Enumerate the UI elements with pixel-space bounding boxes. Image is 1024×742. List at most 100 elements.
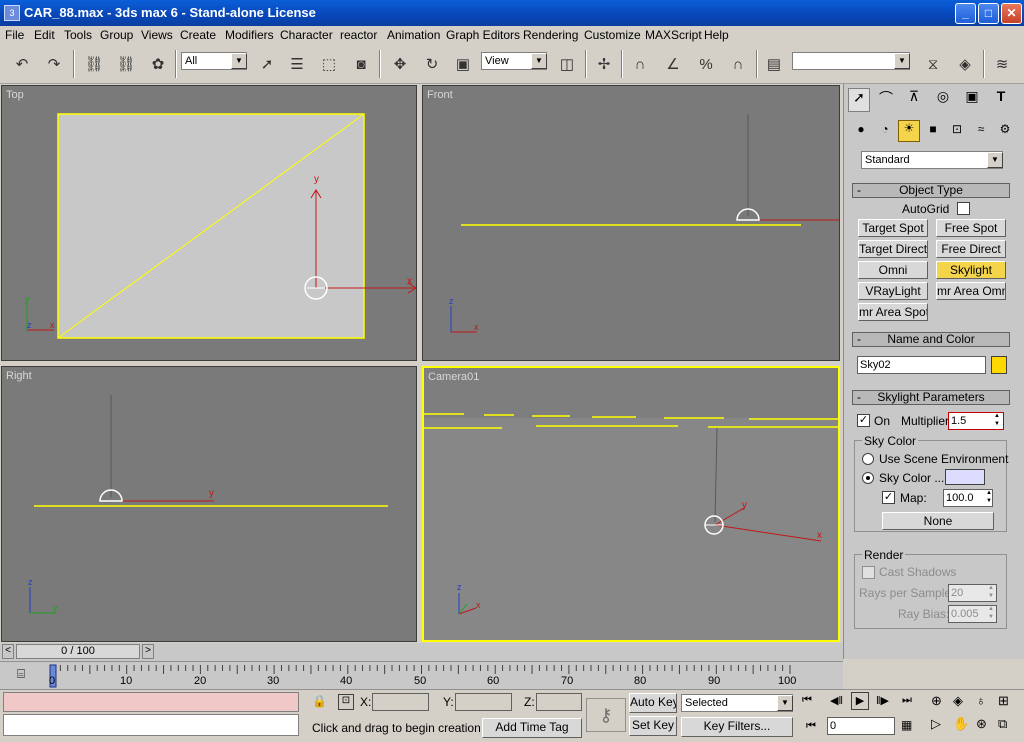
hierarchy-tab-icon[interactable]: ⊼ [903,88,925,112]
autogrid-checkbox[interactable] [957,202,970,215]
geometry-icon[interactable]: ● [852,122,870,140]
select-by-name-icon[interactable]: ☰ [285,52,309,76]
align-icon[interactable]: ◈ [953,52,977,76]
app-icon[interactable]: 3 [4,5,20,21]
viewport-label[interactable]: Front [427,89,453,101]
menu-reactor[interactable]: reactor [340,28,377,42]
use-scene-environment-radio[interactable] [862,453,874,465]
status-line[interactable] [3,714,299,736]
shapes-icon[interactable]: ◔ [876,122,894,140]
selection-filter-dropdown[interactable]: All ▼ [181,52,247,70]
sky-color-swatch[interactable] [945,469,985,485]
x-coord-field[interactable] [372,693,429,711]
ray-bias-spinner[interactable]: ▲ ▼ [986,605,996,623]
select-move-icon[interactable]: ✥ [388,52,412,76]
mr-area-omni-button[interactable]: mr Area Omni [936,282,1006,300]
go-to-end-icon[interactable]: ⏭ [902,694,912,707]
key-icon[interactable]: ⚷ [586,698,626,732]
menu-edit[interactable]: Edit [34,28,55,42]
cast-shadows-checkbox[interactable] [862,566,875,579]
z-coord-field[interactable] [536,693,582,711]
go-to-start-icon[interactable]: ⏮ [802,694,812,707]
space-warps-icon[interactable]: ≈ [972,122,990,140]
spinner-snap-icon[interactable]: ∩ [726,52,750,76]
time-slider-thumb[interactable]: 0 / 100 [16,644,140,659]
skylight-button[interactable]: Skylight [936,261,1006,279]
current-frame-field[interactable]: 0 [827,717,895,735]
auto-key-button[interactable]: Auto Key [629,693,677,713]
object-name-field[interactable]: Sky02 [857,356,986,374]
vraylight-button[interactable]: VRayLight [858,282,928,300]
skylight-parameters-rollout[interactable]: - Skylight Parameters [852,390,1010,405]
map-none-button[interactable]: None [882,512,994,530]
viewport-label[interactable]: Right [6,370,32,382]
lights-icon[interactable]: ☀ [898,120,920,142]
viewport-top[interactable]: Top y x y z x [1,85,417,361]
target-direct-button[interactable]: Target Direct [858,240,928,258]
maximize-button[interactable]: □ [978,3,999,24]
orbit-icon[interactable]: ♁ [976,693,986,708]
select-rotate-icon[interactable]: ↻ [420,52,444,76]
percent-snap-icon[interactable]: % [694,52,718,76]
free-direct-button[interactable]: Free Direct [936,240,1006,258]
window-crossing-icon[interactable]: ◙ [349,52,373,76]
redo-icon[interactable]: ↷ [42,52,66,76]
named-selection-dropdown[interactable]: ▼ [792,52,910,70]
rectangular-selection-icon[interactable]: ⬚ [317,52,341,76]
viewport-right[interactable]: Right y z y [1,366,417,642]
next-frame-icon[interactable]: ‖▶ [876,694,889,707]
menu-customize[interactable]: Customize [584,28,641,42]
cameras-icon[interactable]: ■ [924,122,942,140]
unlink-icon[interactable]: ⛓ [114,52,138,76]
play-icon[interactable]: ▶ [851,692,869,710]
free-spot-button[interactable]: Free Spot [936,219,1006,237]
time-slider-prev-button[interactable]: < [2,644,14,659]
systems-icon[interactable]: ⚙ [996,122,1014,140]
menu-views[interactable]: Views [141,28,173,42]
track-bar[interactable]: ⌸ 0 10 20 30 40 50 60 70 80 90 100 [0,661,843,689]
menu-graph-editors[interactable]: Graph Editors [446,28,520,42]
snap-3d-icon[interactable]: ∩ [628,52,652,76]
time-slider-next-button[interactable]: > [142,644,154,659]
y-coord-field[interactable] [455,693,512,711]
reference-coord-dropdown[interactable]: View ▼ [481,52,547,70]
modify-tab-icon[interactable]: ⌒ [875,88,897,112]
manipulate-icon[interactable]: ✢ [592,52,616,76]
add-time-tag-button[interactable]: Add Time Tag [482,718,582,738]
viewport-label[interactable]: Camera01 [428,371,479,383]
utilities-tab-icon[interactable]: T [990,88,1012,112]
display-tab-icon[interactable]: ▣ [961,88,983,112]
mirror-icon[interactable]: ⧖ [921,52,945,76]
name-and-color-rollout[interactable]: - Name and Color [852,332,1010,347]
time-configuration-icon[interactable]: ▦ [901,718,912,732]
viewport-front[interactable]: Front z x [422,85,840,361]
map-amount-spinner[interactable]: ▲ ▼ [984,489,994,507]
select-and-link-icon[interactable]: ⛓ [82,52,106,76]
omni-button[interactable]: Omni [858,261,928,279]
select-object-icon[interactable]: ➚ [255,52,279,76]
maximize-viewport-icon[interactable]: ⧉ [998,716,1007,732]
lock-selection-icon[interactable]: 🔒 [312,694,327,708]
on-checkbox[interactable]: ✓ [857,414,870,427]
menu-maxscript[interactable]: MAXScript [645,28,702,42]
field-of-view-icon[interactable]: ▷ [931,716,941,732]
category-dropdown[interactable]: Standard ▼ [861,151,1003,169]
undo-icon[interactable]: ↶ [10,52,34,76]
viewport-label[interactable]: Top [6,89,24,101]
key-mode-toggle-icon[interactable]: ⏮ [806,720,816,733]
helpers-icon[interactable]: ⊡ [948,122,966,140]
menu-modifiers[interactable]: Modifiers [225,28,274,42]
menu-create[interactable]: Create [180,28,216,42]
arc-rotate-icon[interactable]: ⊛ [976,716,987,732]
viewport-camera[interactable]: Camera01 y x z x [422,366,840,642]
key-mode-dropdown[interactable]: Selected ▼ [681,694,793,712]
select-scale-icon[interactable]: ▣ [451,52,475,76]
menu-group[interactable]: Group [100,28,133,42]
menu-character[interactable]: Character [280,28,333,42]
set-key-button[interactable]: Set Key [629,716,677,736]
menu-help[interactable]: Help [704,28,729,42]
sky-color-radio[interactable] [862,472,874,484]
maxscript-listener-mini[interactable] [3,692,299,712]
bind-space-warp-icon[interactable]: ✿ [146,52,170,76]
pan-icon[interactable]: ✋ [953,716,969,732]
